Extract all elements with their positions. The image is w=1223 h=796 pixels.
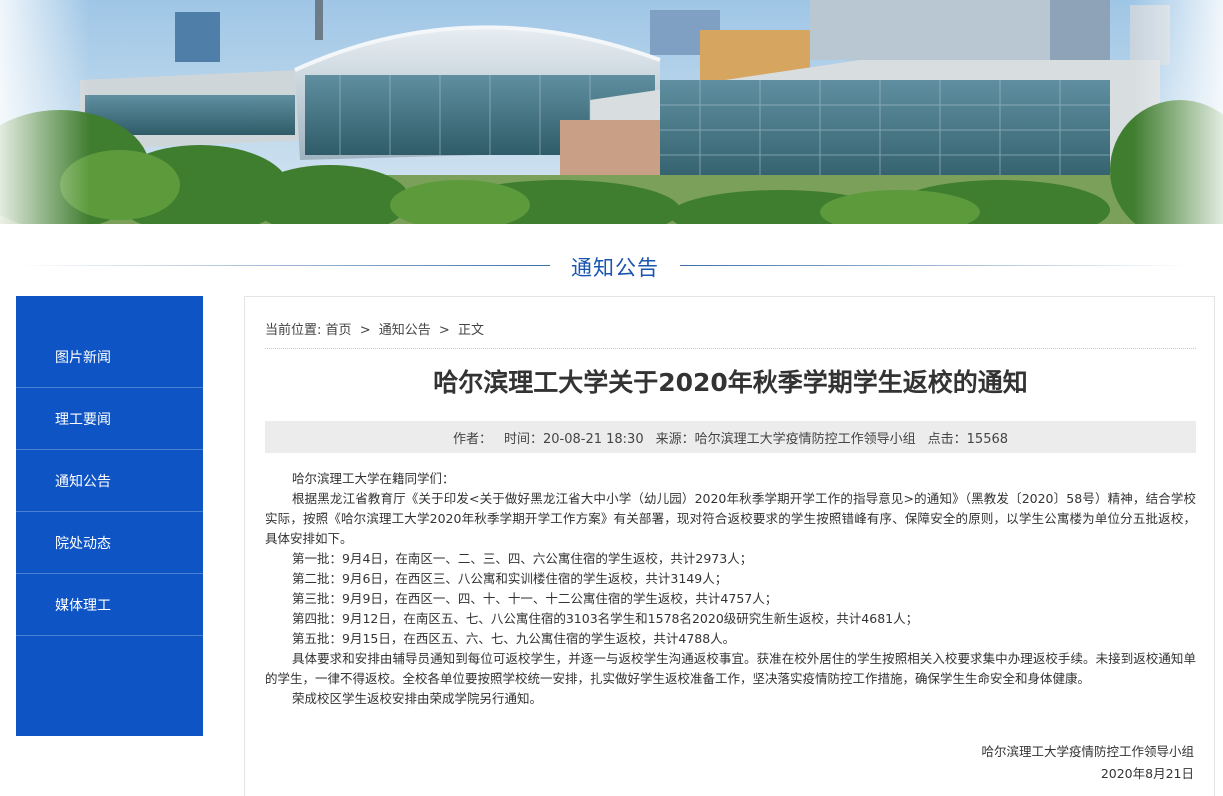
breadcrumb-notices-link[interactable]: 通知公告 (379, 323, 431, 338)
section-divider-right (680, 265, 1190, 266)
campus-banner (0, 0, 1223, 224)
meta-author: 作者： (453, 428, 492, 447)
sidebar-item-label: 通知公告 (55, 473, 111, 490)
sidebar-item-label: 院处动态 (55, 535, 111, 552)
sidebar-item-media[interactable]: 媒体理工 (16, 574, 203, 636)
article-paragraph: 第四批：9月12日，在南区五、七、八公寓住宿的3103名学生和1578名2020… (292, 611, 919, 626)
breadcrumb-prefix: 当前位置: (265, 323, 322, 338)
article-paragraph: 第五批：9月15日，在西区五、六、七、九公寓住宿的学生返校，共计4788人。 (292, 631, 736, 646)
article-paragraph: 第二批：9月6日，在西区三、八公寓和实训楼住宿的学生返校，共计3149人； (292, 571, 728, 586)
breadcrumb: 当前位置: 首页 > 通知公告 > 正文 (265, 319, 484, 338)
meta-clicks-value: 15568 (966, 431, 1009, 447)
article-paragraph: 荣成校区学生返校安排由荣成学院另行通知。 (292, 691, 543, 706)
sidebar-item-label: 图片新闻 (55, 349, 111, 366)
article-meta: 作者： 时间：20-08-21 18:30 来源：哈尔滨理工大学疫情防控工作领导… (265, 421, 1196, 453)
sidebar-item-label: 理工要闻 (55, 411, 111, 428)
article-panel: 当前位置: 首页 > 通知公告 > 正文 哈尔滨理工大学关于2020年秋季学期学… (244, 296, 1215, 796)
article-paragraph: 根据黑龙江省教育厅《关于印发<关于做好黑龙江省大中小学（幼儿园）2020年秋季学… (265, 491, 1196, 546)
breadcrumb-separator: > (359, 323, 371, 338)
campus-banner-illustration (0, 0, 1223, 224)
breadcrumb-home-link[interactable]: 首页 (326, 323, 352, 338)
meta-time-label: 时间： (503, 431, 543, 447)
meta-clicks-label: 点击： (927, 431, 967, 447)
meta-clicks: 点击：15568 (928, 428, 1008, 447)
article-paragraph: 哈尔滨理工大学在籍同学们： (292, 471, 455, 486)
sidebar-item-picture-news[interactable]: 图片新闻 (16, 326, 203, 388)
article-signature: 哈尔滨理工大学疫情防控工作领导小组 2020年8月21日 (981, 741, 1194, 785)
section-divider-left (20, 265, 550, 266)
sidebar-item-label: 媒体理工 (55, 597, 111, 614)
sidebar-item-department-news[interactable]: 院处动态 (16, 512, 203, 574)
breadcrumb-current: 正文 (457, 323, 484, 338)
article-paragraph: 第三批：9月9日，在西区一、四、十、十一、十二公寓住宿的学生返校，共计4757人… (292, 591, 778, 606)
sidebar-item-hust-news[interactable]: 理工要闻 (16, 388, 203, 450)
meta-time: 时间：20-08-21 18:30 (504, 428, 644, 447)
breadcrumb-separator: > (438, 323, 450, 338)
signature-org: 哈尔滨理工大学疫情防控工作领导小组 (981, 744, 1194, 759)
section-heading: 通知公告 (0, 246, 1223, 286)
meta-source-label: 来源： (655, 431, 695, 447)
meta-time-value: 20-08-21 18:30 (543, 431, 644, 447)
sidebar-nav: 图片新闻 理工要闻 通知公告 院处动态 媒体理工 (16, 296, 203, 736)
signature-date: 2020年8月21日 (1100, 766, 1194, 781)
article-body: 哈尔滨理工大学在籍同学们： 根据黑龙江省教育厅《关于印发<关于做好黑龙江省大中小… (265, 469, 1196, 709)
sidebar-item-notices[interactable]: 通知公告 (16, 450, 203, 512)
article-title: 哈尔滨理工大学关于2020年秋季学期学生返校的通知 (433, 368, 1028, 397)
meta-source: 来源：哈尔滨理工大学疫情防控工作领导小组 (656, 428, 916, 447)
article-paragraph: 具体要求和安排由辅导员通知到每位可返校学生，并逐一与返校学生沟通返校事宜。获准在… (265, 651, 1196, 686)
section-title: 通知公告 (571, 256, 659, 280)
dotted-divider (265, 348, 1196, 349)
article-paragraph: 第一批：9月4日，在南区一、二、三、四、六公寓住宿的学生返校，共计2973人； (292, 551, 753, 566)
meta-author-label: 作者： (452, 431, 492, 447)
meta-source-value: 哈尔滨理工大学疫情防控工作领导小组 (694, 431, 916, 447)
